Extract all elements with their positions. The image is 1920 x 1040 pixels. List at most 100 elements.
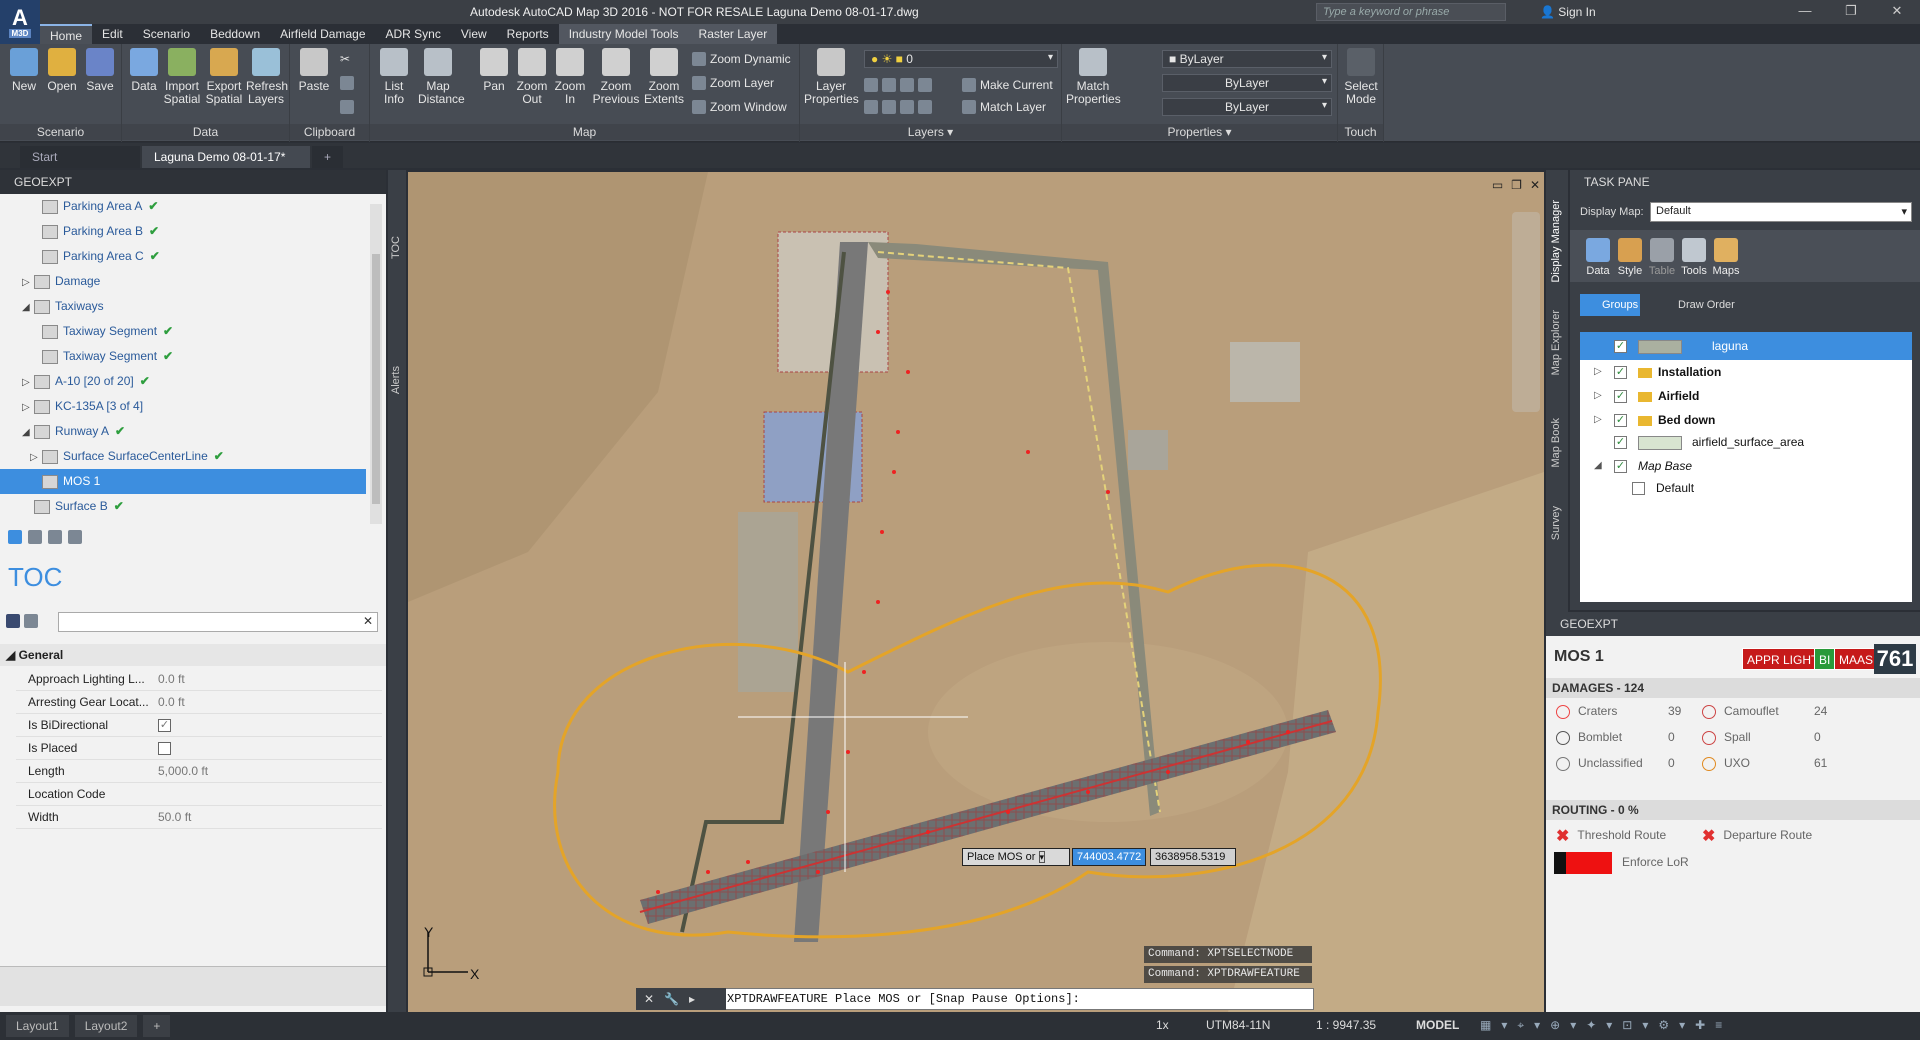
damage-spall-row[interactable]: Spall 0 (1702, 730, 1821, 745)
expander-icon[interactable]: ◢ (22, 295, 34, 320)
import-spatial-button[interactable]: Import Spatial (162, 48, 202, 106)
map-canvas[interactable] (408, 172, 1544, 1012)
tree-item[interactable]: Parking Area A ✔ (0, 194, 366, 219)
damage-craters-row[interactable]: Craters 39 (1556, 704, 1681, 719)
viewport-restore-icon[interactable]: ❐ (1511, 178, 1522, 192)
side-tab-map-book[interactable]: Map Book (1550, 418, 1562, 468)
viewport-minimize-icon[interactable]: ▭ (1492, 178, 1503, 192)
lineweight-dropdown[interactable]: ByLayer (1162, 98, 1332, 116)
layer-visibility-checkbox[interactable]: ✓ (1614, 460, 1627, 473)
property-row[interactable]: Approach Lighting L... 0.0 ft (16, 668, 382, 691)
tab-home[interactable]: Home (40, 24, 93, 44)
copy-clip-icon[interactable] (340, 100, 354, 114)
tab-view[interactable]: View (451, 24, 497, 44)
cut-icon[interactable]: ✂ (340, 52, 350, 66)
zoom-out-button[interactable]: Zoom Out (512, 48, 552, 106)
tab-adr-sync[interactable]: ADR Sync (376, 24, 451, 44)
zoom-previous-button[interactable]: Zoom Previous (592, 48, 640, 106)
categorized-icon[interactable] (6, 614, 20, 628)
property-row[interactable]: Width 50.0 ft (16, 806, 382, 829)
task-tools-button[interactable]: Tools (1676, 238, 1712, 277)
close-command-icon[interactable]: ✕ (644, 992, 654, 1006)
restore-icon[interactable]: ❐ (1836, 3, 1866, 21)
clear-search-icon[interactable]: ✕ (363, 614, 373, 628)
data-view-icon[interactable] (28, 530, 42, 544)
settings-view-icon[interactable] (68, 530, 82, 544)
tree-scrollbar[interactable] (370, 204, 382, 524)
tab-laguna-demo[interactable]: Laguna Demo 08-01-17* (142, 146, 310, 168)
departure-route-toggle[interactable]: ✖ Departure Route (1702, 826, 1812, 846)
property-checkbox[interactable] (158, 737, 171, 760)
tree-item[interactable]: Taxiway Segment ✔ (0, 319, 366, 344)
export-spatial-button[interactable]: Export Spatial (204, 48, 244, 106)
data-button[interactable]: Data (124, 48, 164, 93)
expander-icon[interactable]: ▷ (22, 270, 34, 295)
tab-start[interactable]: Start (20, 146, 140, 168)
color-dropdown[interactable]: ■ ByLayer (1162, 50, 1332, 68)
command-line-input[interactable]: XPTDRAWFEATURE Place MOS or [Snap Pause … (636, 988, 1314, 1010)
navigation-bar[interactable] (1512, 212, 1540, 412)
search-input[interactable]: Type a keyword or phrase (1316, 3, 1506, 21)
tab-scenario[interactable]: Scenario (133, 24, 200, 44)
layer-tools-row2[interactable] (864, 100, 932, 114)
side-tab-map-explorer[interactable]: Map Explorer (1550, 310, 1562, 375)
side-tab-alerts[interactable]: Alerts (390, 366, 402, 394)
zoom-dynamic-button[interactable]: Zoom Dynamic (692, 52, 791, 66)
copy-icon[interactable] (340, 76, 354, 90)
viewport-close-icon[interactable]: ✕ (1530, 178, 1540, 192)
property-search-input[interactable]: ✕ (58, 612, 378, 632)
property-row[interactable]: Length 5,000.0 ft (16, 760, 382, 783)
tab-edit[interactable]: Edit (92, 24, 133, 44)
new-tab-button[interactable]: + (312, 146, 344, 168)
zoom-in-button[interactable]: Zoom In (550, 48, 590, 106)
zoom-window-button[interactable]: Zoom Window (692, 100, 787, 114)
linetype-dropdown[interactable]: ByLayer (1162, 74, 1332, 92)
tree-item[interactable]: ▷ KC-135A [3 of 4] (0, 394, 366, 419)
coordinate-system[interactable]: UTM84-11N (1206, 1018, 1270, 1032)
layout1-tab[interactable]: Layout1 (6, 1015, 69, 1037)
tree-item[interactable]: MOS 1 (0, 469, 366, 494)
add-layout-button[interactable]: + (143, 1015, 171, 1037)
minimize-icon[interactable]: — (1790, 3, 1820, 21)
expander-icon[interactable]: ◢ (22, 420, 34, 445)
tree-item[interactable]: ◢ Runway A ✔ (0, 419, 366, 444)
source-view-icon[interactable] (48, 530, 62, 544)
customize-icon[interactable]: 🔧 (664, 992, 679, 1006)
paste-button[interactable]: Paste (294, 48, 334, 93)
pan-button[interactable]: Pan (474, 48, 514, 93)
expander-icon[interactable]: ▷ (22, 370, 34, 395)
layer-row[interactable]: Default (1580, 474, 1912, 502)
property-row[interactable]: Is Placed (16, 737, 382, 760)
y-coordinate-input[interactable]: 3638958.5319 (1150, 848, 1236, 866)
match-layer-button[interactable]: Match Layer (962, 100, 1046, 114)
property-row[interactable]: Is BiDirectional ✓ (16, 714, 382, 737)
groups-button[interactable]: Groups (1580, 294, 1640, 316)
model-space-toggle[interactable]: MODEL (1416, 1018, 1459, 1032)
tab-reports[interactable]: Reports (497, 24, 559, 44)
tab-airfield-damage[interactable]: Airfield Damage (270, 24, 375, 44)
expander-icon[interactable]: ▷ (30, 445, 42, 470)
tab-industry-model-tools[interactable]: Industry Model Tools (558, 24, 689, 44)
tree-item[interactable]: ▷ Surface SurfaceCenterLine ✔ (0, 444, 366, 469)
layer-visibility-checkbox[interactable]: ✓ (1614, 436, 1627, 449)
zoom-extents-button[interactable]: Zoom Extents (642, 48, 686, 106)
layer-visibility-checkbox[interactable] (1632, 482, 1645, 495)
task-data-button[interactable]: Data (1580, 238, 1616, 277)
property-value[interactable]: 5,000.0 ft (158, 760, 208, 783)
property-checkbox[interactable]: ✓ (158, 714, 171, 737)
layer-visibility-checkbox[interactable]: ✓ (1614, 340, 1627, 353)
damage-bomblet-row[interactable]: Bomblet 0 (1556, 730, 1675, 745)
new-button[interactable]: New (4, 48, 44, 93)
x-coordinate-input[interactable]: 744003.4772 (1072, 848, 1146, 866)
refresh-layers-button[interactable]: Refresh Layers (246, 48, 288, 106)
layer-visibility-checkbox[interactable]: ✓ (1614, 390, 1627, 403)
map-viewport[interactable]: Y X Place MOS or ▾ 744003.4772 3638958.5… (408, 172, 1544, 1012)
make-current-button[interactable]: Make Current (962, 78, 1053, 92)
select-mode-button[interactable]: Select Mode (1341, 48, 1381, 106)
side-tab-survey[interactable]: Survey (1550, 506, 1562, 540)
match-properties-button[interactable]: Match Properties (1066, 48, 1121, 106)
side-tab-display-manager[interactable]: Display Manager (1550, 200, 1562, 283)
layer-tools-row1[interactable] (864, 78, 932, 92)
draw-order-button[interactable]: Draw Order (1656, 294, 1735, 316)
app-logo[interactable]: A M3D (0, 0, 40, 44)
